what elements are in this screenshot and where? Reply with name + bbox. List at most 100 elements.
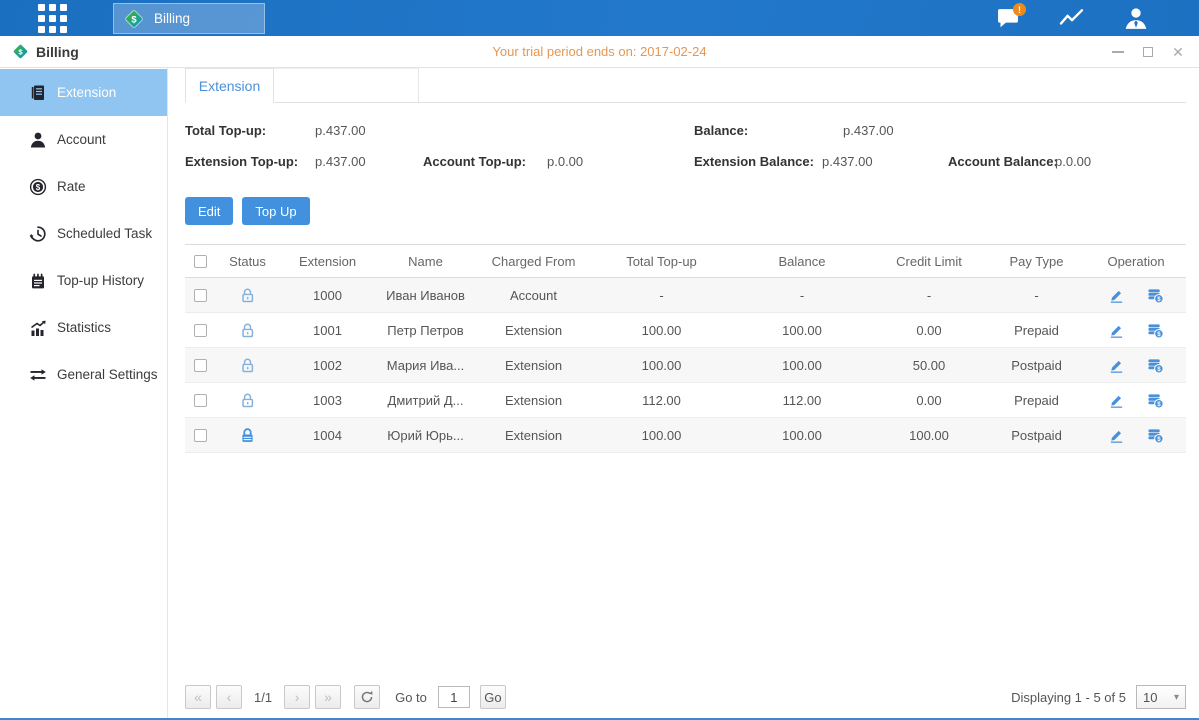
cell-balance: - (732, 288, 872, 303)
cell-balance: 100.00 (732, 428, 872, 443)
goto-label: Go to (395, 690, 427, 705)
bar-chart-arrow-icon (29, 319, 47, 337)
table-row: 1000 Иван Иванов Account - - - - $ (185, 278, 1186, 313)
edit-row-icon[interactable] (1108, 427, 1125, 444)
cell-credit-limit: - (872, 288, 986, 303)
close-icon[interactable]: ✕ (1171, 45, 1185, 59)
sidebar-item-topup-history[interactable]: Top-up History (0, 257, 167, 304)
sidebar-item-rate[interactable]: $ Rate (0, 163, 167, 210)
svg-text:$: $ (1157, 295, 1161, 302)
row-checkbox[interactable] (194, 289, 207, 302)
sidebar-item-label: Extension (57, 85, 116, 100)
status-lock-icon (215, 427, 280, 444)
col-extension: Extension (280, 254, 375, 269)
row-checkbox[interactable] (194, 429, 207, 442)
prev-page-button[interactable]: ‹ (216, 685, 242, 709)
top-up-row-icon[interactable]: $ (1147, 357, 1164, 374)
cell-balance: 112.00 (732, 393, 872, 408)
col-balance: Balance (732, 254, 872, 269)
cell-charged-from: Extension (476, 428, 591, 443)
top-up-button[interactable]: Top Up (242, 197, 309, 225)
top-up-row-icon[interactable]: $ (1147, 322, 1164, 339)
dollar-circle-icon: $ (29, 178, 47, 196)
account-topup-label: Account Top-up: (423, 154, 526, 169)
table-header: Status Extension Name Charged From Total… (185, 244, 1186, 278)
top-app-bar: $ Billing ! (0, 0, 1199, 36)
maximize-icon[interactable] (1141, 45, 1155, 59)
messages-icon[interactable]: ! (993, 5, 1023, 31)
cell-name: Петр Петров (375, 323, 476, 338)
account-balance-value: p.0.00 (1055, 154, 1091, 169)
select-all-checkbox[interactable] (194, 255, 207, 268)
next-page-button[interactable]: › (284, 685, 310, 709)
chevron-down-icon: ▾ (1174, 692, 1179, 703)
sidebar-item-extension[interactable]: Extension (0, 69, 167, 116)
svg-text:$: $ (18, 47, 23, 56)
sidebar: Extension Account $ Rate (0, 68, 168, 718)
cell-pay-type: - (986, 288, 1087, 303)
balance-summary: Total Top-up: p.437.00 Balance: p.437.00… (185, 117, 1186, 179)
last-page-button[interactable]: » (315, 685, 341, 709)
cell-extension: 1000 (280, 288, 375, 303)
cell-extension: 1002 (280, 358, 375, 373)
status-lock-icon (215, 322, 280, 339)
svg-text:$: $ (131, 14, 137, 25)
refresh-icon (360, 690, 374, 704)
edit-row-icon[interactable] (1108, 357, 1125, 374)
row-checkbox[interactable] (194, 324, 207, 337)
account-topup-value: p.0.00 (547, 154, 583, 169)
goto-page-input[interactable] (438, 686, 470, 708)
sidebar-item-general-settings[interactable]: General Settings (0, 351, 167, 398)
cell-credit-limit: 0.00 (872, 393, 986, 408)
table-row: 1002 Мария Ива... Extension 100.00 100.0… (185, 348, 1186, 383)
app-tab-label: Billing (154, 11, 190, 26)
extensions-table: Status Extension Name Charged From Total… (185, 244, 1186, 453)
top-up-row-icon[interactable]: $ (1147, 287, 1164, 304)
ledger-icon (29, 84, 47, 102)
total-topup-label: Total Top-up: (185, 123, 266, 138)
person-icon (1123, 6, 1149, 30)
row-checkbox[interactable] (194, 394, 207, 407)
top-up-row-icon[interactable]: $ (1147, 392, 1164, 409)
edit-button[interactable]: Edit (185, 197, 233, 225)
billing-title-icon: $ (12, 43, 29, 60)
cell-name: Юрий Юрь... (375, 428, 476, 443)
sidebar-item-account[interactable]: Account (0, 116, 167, 163)
app-tab-billing[interactable]: $ Billing (113, 3, 265, 34)
row-checkbox[interactable] (194, 359, 207, 372)
col-pay-type: Pay Type (986, 254, 1087, 269)
sidebar-item-label: Account (57, 132, 106, 147)
sidebar-item-scheduled-task[interactable]: Scheduled Task (0, 210, 167, 257)
edit-row-icon[interactable] (1108, 322, 1125, 339)
cell-name: Иван Иванов (375, 288, 476, 303)
col-status: Status (215, 254, 280, 269)
col-charged-from: Charged From (476, 254, 591, 269)
table-row: 1001 Петр Петров Extension 100.00 100.00… (185, 313, 1186, 348)
cell-total-topup: 100.00 (591, 323, 732, 338)
person-icon (29, 131, 47, 149)
line-chart-icon (1058, 7, 1086, 29)
cell-charged-from: Extension (476, 323, 591, 338)
resource-monitor-icon[interactable] (1057, 5, 1087, 31)
cell-charged-from: Account (476, 288, 591, 303)
sidebar-item-statistics[interactable]: Statistics (0, 304, 167, 351)
cell-credit-limit: 100.00 (872, 428, 986, 443)
page-size-select[interactable]: 10 ▾ (1136, 685, 1186, 709)
refresh-button[interactable] (354, 685, 380, 709)
notification-badge: ! (1013, 3, 1026, 16)
status-lock-icon (215, 357, 280, 374)
cell-pay-type: Prepaid (986, 393, 1087, 408)
edit-row-icon[interactable] (1108, 287, 1125, 304)
user-account-icon[interactable] (1121, 5, 1151, 31)
top-up-row-icon[interactable]: $ (1147, 427, 1164, 444)
tab-extension[interactable]: Extension (185, 68, 274, 103)
app-launcher-grid-icon[interactable] (38, 4, 67, 33)
cell-name: Дмитрий Д... (375, 393, 476, 408)
go-button[interactable]: Go (480, 685, 506, 709)
col-total-topup: Total Top-up (591, 254, 732, 269)
cell-credit-limit: 0.00 (872, 323, 986, 338)
first-page-button[interactable]: « (185, 685, 211, 709)
edit-row-icon[interactable] (1108, 392, 1125, 409)
tab-label: Extension (199, 78, 260, 94)
minimize-icon[interactable] (1111, 45, 1125, 59)
